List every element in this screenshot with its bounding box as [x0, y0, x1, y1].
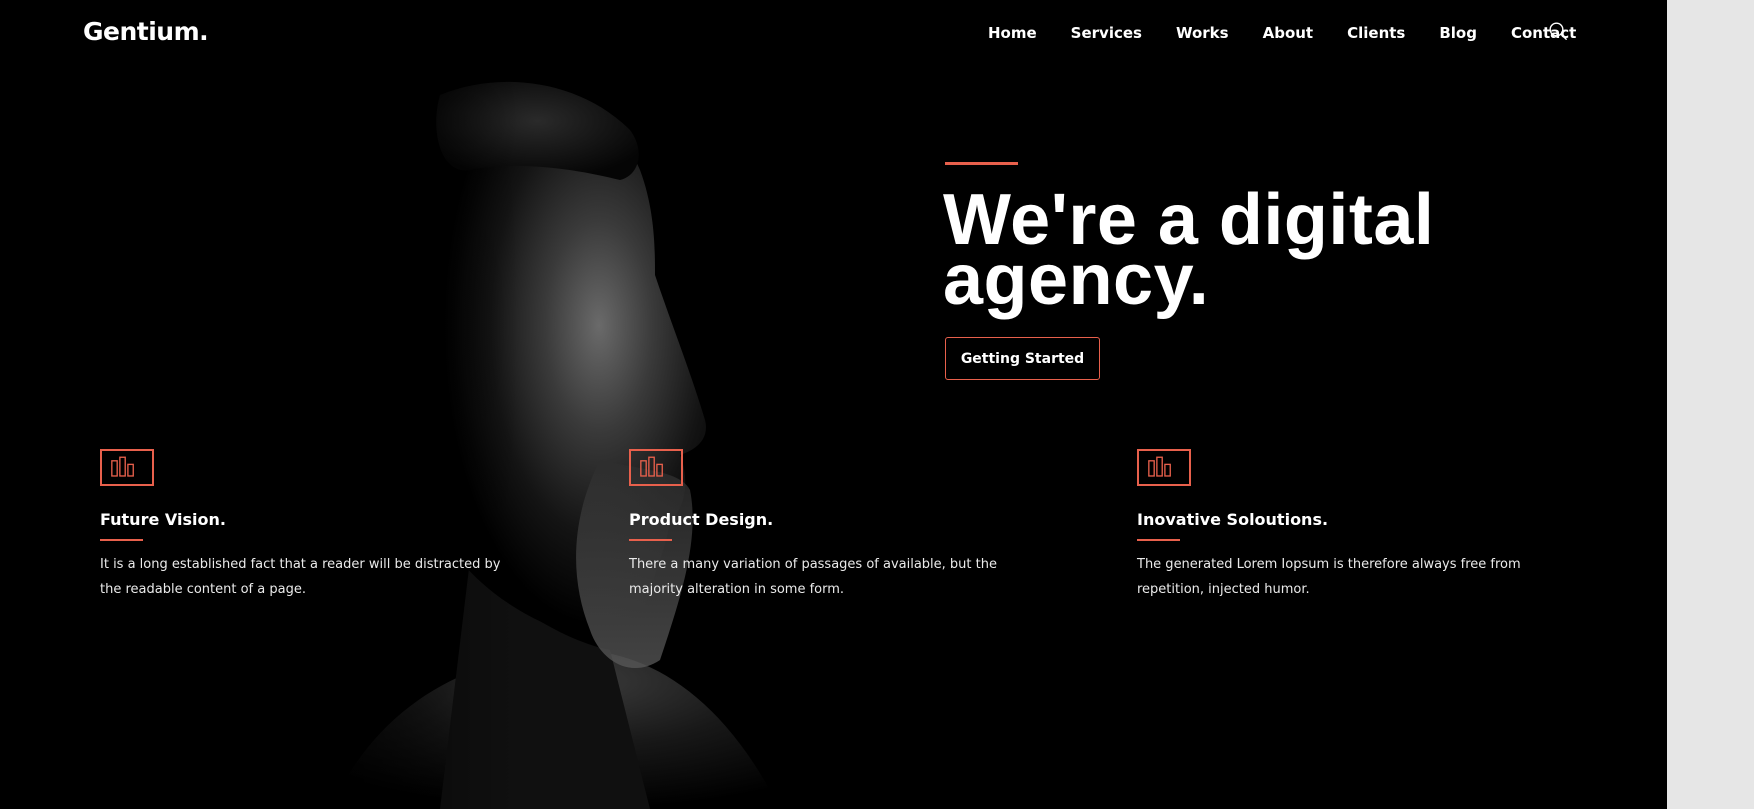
bar-chart-icon — [1137, 449, 1191, 486]
feature-divider — [629, 539, 672, 541]
nav-item-blog[interactable]: Blog — [1439, 24, 1477, 42]
brand-logo[interactable]: Gentium. — [83, 17, 209, 46]
portrait-image — [0, 0, 780, 809]
nav-item-works[interactable]: Works — [1176, 24, 1229, 42]
nav-item-about[interactable]: About — [1263, 24, 1314, 42]
feature-product-design: Product Design. There a many variation o… — [629, 449, 1049, 602]
feature-description: The generated Lorem Iopsum is therefore … — [1137, 557, 1521, 597]
bar-chart-icon — [629, 449, 683, 486]
feature-future-vision: Future Vision. It is a long established … — [100, 449, 520, 602]
nav-item-clients[interactable]: Clients — [1347, 24, 1405, 42]
nav-item-home[interactable]: Home — [988, 24, 1037, 42]
feature-divider — [1137, 539, 1180, 541]
hero-title: We're a digital agency. — [943, 180, 1435, 320]
feature-description: It is a long established fact that a rea… — [100, 557, 501, 597]
getting-started-button[interactable]: Getting Started — [945, 337, 1100, 380]
hero-section: Gentium. Home Services Works About Clien… — [0, 0, 1667, 809]
feature-title: Product Design. — [629, 510, 774, 529]
nav-item-services[interactable]: Services — [1071, 24, 1142, 42]
feature-divider — [100, 539, 143, 541]
feature-title: Future Vision. — [100, 510, 226, 529]
feature-innovative-solutions: Inovative Soloutions. The generated Lore… — [1137, 449, 1557, 602]
search-icon[interactable] — [1548, 21, 1568, 41]
bar-chart-icon — [100, 449, 154, 486]
feature-title: Inovative Soloutions. — [1137, 510, 1329, 529]
hero-accent-line — [945, 162, 1018, 165]
feature-description: There a many variation of passages of av… — [629, 557, 997, 597]
main-nav: Home Services Works About Clients Blog C… — [988, 24, 1576, 42]
